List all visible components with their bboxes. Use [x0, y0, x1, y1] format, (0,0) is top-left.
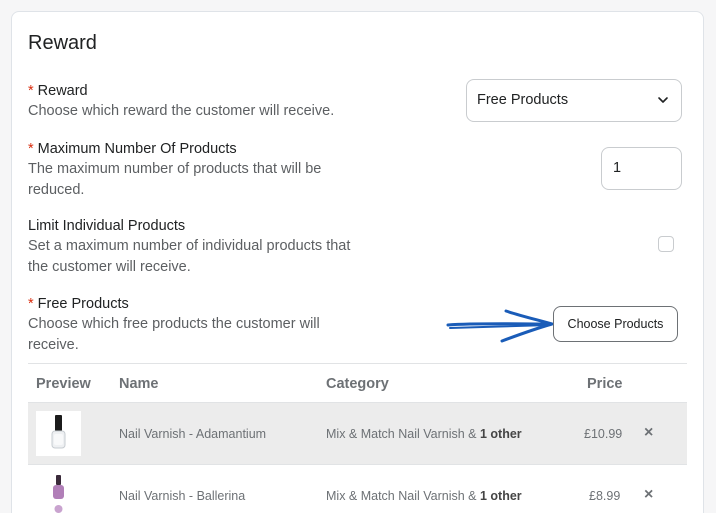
product-price: £10.99: [584, 427, 623, 441]
reward-select[interactable]: Free Products: [466, 79, 682, 122]
nail-varnish-bottle-icon: [51, 415, 66, 449]
table-header: Preview Name Category Price: [28, 363, 687, 402]
table-row: Nail Varnish - Ballerina Mix & Match Nai…: [28, 464, 687, 513]
limit-checkbox[interactable]: [658, 236, 674, 252]
product-category: Mix & Match Nail Varnish & 1 other: [326, 489, 522, 503]
max-products-field: * Maximum Number Of Products The maximum …: [28, 140, 368, 200]
card-title: Reward: [28, 32, 97, 54]
column-header-preview: Preview: [36, 376, 91, 392]
category-extra: 1 other: [480, 489, 522, 503]
reward-select-value: Free Products: [477, 92, 569, 108]
choose-products-button[interactable]: Choose Products: [553, 306, 678, 342]
reward-label: * Reward: [28, 83, 88, 99]
remove-icon[interactable]: ×: [644, 424, 653, 442]
column-header-category: Category: [326, 376, 389, 392]
limit-help: Set a maximum number of individual produ…: [28, 238, 351, 275]
nail-varnish-bottle-icon: [53, 475, 64, 513]
products-table: Preview Name Category Price Nail Varnish…: [28, 363, 687, 513]
annotation-arrow-icon: [446, 309, 554, 343]
free-products-field: * Free Products Choose which free product…: [28, 295, 368, 355]
product-price: £8.99: [589, 489, 621, 503]
required-mark: *: [28, 83, 34, 99]
chevron-down-icon: [658, 97, 668, 103]
max-products-help: The maximum number of products that will…: [28, 161, 322, 198]
remove-icon[interactable]: ×: [644, 486, 653, 504]
product-thumbnail: [36, 411, 81, 456]
required-mark: *: [28, 296, 34, 312]
limit-field: Limit Individual Products Set a maximum …: [28, 217, 368, 277]
required-mark: *: [28, 141, 34, 157]
reward-help: Choose which reward the customer will re…: [28, 103, 335, 119]
table-row: Nail Varnish - Adamantium Mix & Match Na…: [28, 402, 687, 464]
product-category: Mix & Match Nail Varnish & 1 other: [326, 427, 522, 441]
max-products-label: * Maximum Number Of Products: [28, 141, 237, 157]
column-header-name: Name: [119, 376, 159, 392]
column-header-price: Price: [587, 376, 623, 392]
reward-field: * Reward Choose which reward the customer…: [28, 82, 368, 122]
product-thumbnail: [36, 473, 81, 513]
max-products-input[interactable]: 1: [601, 147, 682, 190]
category-extra: 1 other: [480, 427, 522, 441]
product-name: Nail Varnish - Adamantium: [119, 427, 267, 441]
free-products-label: * Free Products: [28, 296, 129, 312]
product-name: Nail Varnish - Ballerina: [119, 489, 246, 503]
free-products-help: Choose which free products the customer …: [28, 316, 320, 353]
limit-label: Limit Individual Products: [28, 218, 186, 234]
